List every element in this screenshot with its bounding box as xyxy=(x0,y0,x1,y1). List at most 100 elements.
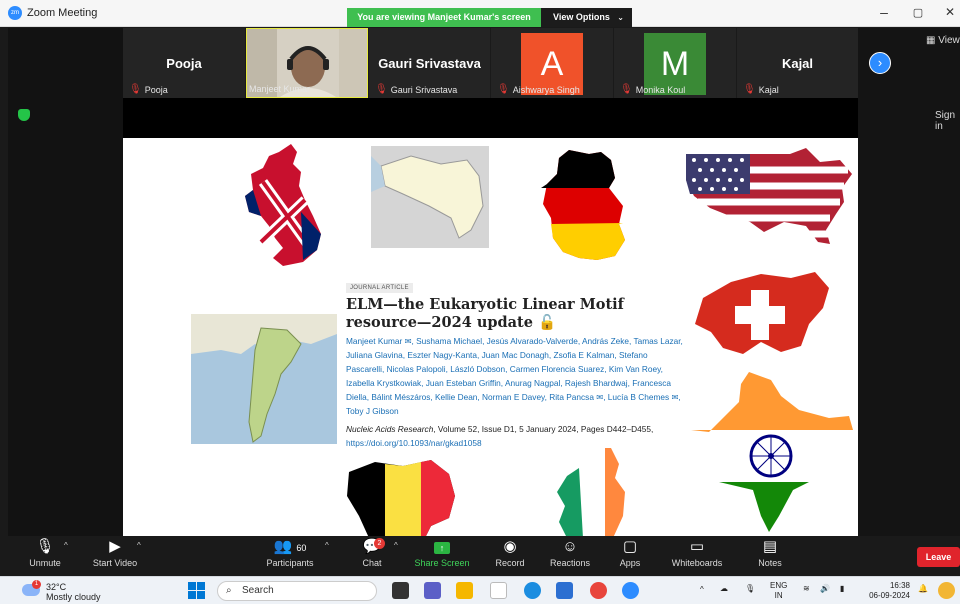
participants-options-caret[interactable]: ^ xyxy=(325,541,329,550)
weather-widget[interactable]: 1 32°C Mostly cloudy xyxy=(22,580,101,602)
unmute-button[interactable]: 🎙 Unmute xyxy=(22,536,68,576)
participant-tile-monika[interactable]: M 🎙 Monika Koul xyxy=(614,28,736,98)
security-shield-icon[interactable] xyxy=(18,109,30,121)
teams-icon[interactable] xyxy=(424,582,441,599)
video-options-caret[interactable]: ^ xyxy=(137,541,141,550)
participant-label-text: Aishwarya Singh xyxy=(512,84,580,95)
notes-button[interactable]: ▤ Notes xyxy=(752,536,788,576)
participant-label: 🎙 Kajal xyxy=(743,84,779,95)
search-icon: ⌕ xyxy=(226,585,232,596)
citation-details: , Volume 52, Issue D1, 5 January 2024, P… xyxy=(433,424,654,434)
chevron-down-icon: ⌄ xyxy=(617,13,624,22)
store-icon[interactable] xyxy=(556,582,573,599)
reactions-icon: ☺ xyxy=(562,538,578,555)
reactions-button[interactable]: ☺ Reactions xyxy=(546,536,594,576)
ireland-flag-map xyxy=(557,446,625,538)
weather-temp: 32°C xyxy=(46,582,67,592)
next-participants-button[interactable]: › xyxy=(869,52,891,74)
close-button[interactable]: ✕ xyxy=(940,5,960,19)
notifications-icon[interactable]: 🔔 xyxy=(918,584,928,594)
participants-button[interactable]: 👥 60 Participants xyxy=(260,536,320,576)
leave-button[interactable]: Leave xyxy=(917,547,960,567)
usa-flag-map xyxy=(686,148,852,244)
wifi-icon[interactable]: ≋ xyxy=(803,584,810,594)
sign-in-link[interactable]: Sign in xyxy=(935,110,960,132)
view-button[interactable]: ▦ View xyxy=(926,35,960,46)
participant-tile-kajal[interactable]: Kajal 🎙 Kajal xyxy=(737,28,858,98)
participants-icon: 👥 60 xyxy=(273,538,307,555)
taskbar-search[interactable]: ⌕ Search xyxy=(217,581,377,601)
chat-label: Chat xyxy=(362,558,382,568)
mic-tray-icon[interactable]: 🎙 xyxy=(745,584,755,594)
shared-screen-header xyxy=(123,98,858,138)
language-indicator[interactable]: ENG IN xyxy=(770,581,787,601)
share-screen-button[interactable]: ↑ Share Screen xyxy=(412,536,472,576)
article-title-text: ELM—the Eukaryotic Linear Motif resource… xyxy=(346,296,624,331)
volume-icon[interactable]: 🔊 xyxy=(820,584,830,594)
zoom-taskbar-icon[interactable] xyxy=(622,582,639,599)
lang-bottom: IN xyxy=(774,591,783,600)
copilot-icon[interactable] xyxy=(938,582,955,599)
share-screen-label: Share Screen xyxy=(414,558,470,568)
minimize-button[interactable]: – xyxy=(874,4,894,20)
participant-count: 60 xyxy=(296,543,307,553)
participant-label: 🎙 Monika Koul xyxy=(620,84,685,95)
participant-label-text: Kajal xyxy=(758,84,779,95)
participant-name: Gauri Srivastava xyxy=(378,56,481,71)
open-access-icon: 🔓 xyxy=(538,314,557,331)
mic-muted-icon: 🎙 xyxy=(743,84,756,95)
search-placeholder: Search xyxy=(242,585,274,596)
start-video-button[interactable]: ▶ Start Video xyxy=(88,536,142,576)
lang-top: ENG xyxy=(770,581,788,590)
journal-name: Nucleic Acids Research xyxy=(346,424,434,434)
title-bar: zm Zoom Meeting You are viewing Manjeet … xyxy=(0,0,960,27)
participant-tile-pooja[interactable]: Pooja 🎙 Pooja xyxy=(123,28,245,98)
start-video-label: Start Video xyxy=(92,558,138,568)
record-button[interactable]: ◉ Record xyxy=(490,536,530,576)
apps-label: Apps xyxy=(619,558,641,568)
chrome-icon[interactable] xyxy=(590,582,607,599)
share-screen-icon: ↑ xyxy=(412,536,472,558)
weather-desc: Mostly cloudy xyxy=(46,592,101,602)
clock-date: 06-09-2024 xyxy=(869,591,910,600)
germany-flag-map xyxy=(541,150,625,260)
participants-label: Participants xyxy=(266,558,314,568)
notepad-icon[interactable] xyxy=(490,582,507,599)
participant-tile-manjeet[interactable]: Manjeet Kumar xyxy=(246,28,368,98)
belgium-flag-map xyxy=(347,460,455,538)
participant-name: Pooja xyxy=(166,56,202,71)
clock[interactable]: 16:38 06-09-2024 xyxy=(860,581,910,601)
onedrive-icon[interactable]: ☁ xyxy=(720,584,728,594)
argentina-location-map xyxy=(191,314,337,444)
participant-label-text: Monika Koul xyxy=(635,84,686,95)
participant-tile-gauri[interactable]: Gauri Srivastava 🎙 Gauri Srivastava xyxy=(369,28,490,98)
view-options-button[interactable]: View Options ⌄ xyxy=(541,8,632,27)
task-view-icon[interactable] xyxy=(392,582,409,599)
clock-time: 16:38 xyxy=(889,581,910,590)
apps-button[interactable]: ▢ Apps xyxy=(614,536,646,576)
india-flag-map xyxy=(691,372,853,532)
article-citation: Nucleic Acids Research, Volume 52, Issue… xyxy=(346,422,686,450)
restore-button[interactable]: ▢ xyxy=(908,6,928,19)
grid-icon: ▦ xyxy=(926,35,936,46)
participant-label: 🎙 Gauri Srivastava xyxy=(375,84,457,95)
file-explorer-icon[interactable] xyxy=(456,582,473,599)
participant-name: Kajal xyxy=(781,56,814,71)
battery-icon[interactable]: ▮ xyxy=(840,584,844,594)
video-off-icon: ▶ xyxy=(109,538,121,555)
zoom-app-icon: zm xyxy=(8,6,22,20)
weather-badge: 1 xyxy=(32,580,41,589)
whiteboards-button[interactable]: ▭ Whiteboards xyxy=(666,536,728,576)
edge-icon[interactable] xyxy=(524,582,541,599)
chat-options-caret[interactable]: ^ xyxy=(394,541,398,550)
mic-muted-icon: 🎙 xyxy=(497,84,510,95)
participant-label-text: Gauri Srivastava xyxy=(390,84,458,95)
belgium-location-map xyxy=(371,146,489,248)
audio-options-caret[interactable]: ^ xyxy=(64,541,68,550)
journal-article-tag: JOURNAL ARTICLE xyxy=(346,283,413,293)
notes-icon: ▤ xyxy=(762,538,778,555)
participant-label-text: Pooja xyxy=(144,84,168,95)
windows-start-icon[interactable] xyxy=(188,582,205,599)
tray-overflow-icon[interactable]: ^ xyxy=(700,585,704,595)
participant-tile-aishwarya[interactable]: A 🎙 Aishwarya Singh xyxy=(491,28,613,98)
